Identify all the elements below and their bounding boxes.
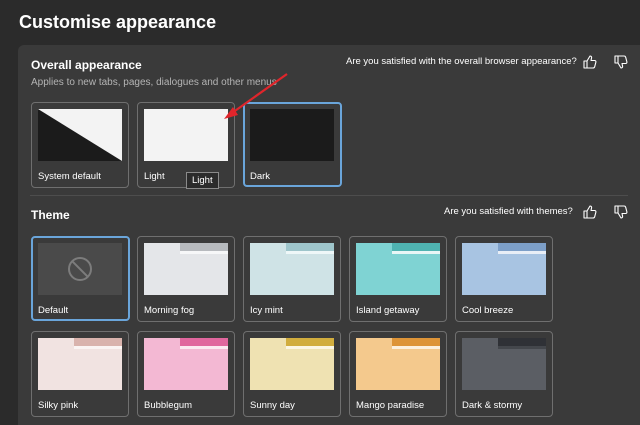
- theme-cool-breeze[interactable]: Cool breeze: [455, 236, 553, 322]
- theme-preview: [144, 243, 228, 295]
- appearance-option-system-default[interactable]: System default: [31, 102, 129, 188]
- theme-label: Cool breeze: [462, 305, 514, 316]
- theme-feedback-question: Are you satisfied with themes?: [444, 206, 573, 217]
- theme-label: Island getaway: [356, 305, 420, 316]
- light-preview: [144, 109, 228, 161]
- theme-label: Icy mint: [250, 305, 283, 316]
- theme-bubblegum[interactable]: Bubblegum: [137, 331, 235, 417]
- tooltip: Light: [186, 172, 219, 189]
- theme-mango-paradise[interactable]: Mango paradise: [349, 331, 447, 417]
- theme-heading: Theme: [31, 208, 70, 222]
- system-default-preview: [38, 109, 122, 161]
- thumbs-down-icon[interactable]: [613, 54, 629, 70]
- theme-silky-pink[interactable]: Silky pink: [31, 331, 129, 417]
- theme-label: Sunny day: [250, 400, 295, 411]
- section-divider: [30, 195, 628, 196]
- overall-appearance-heading: Overall appearance: [31, 58, 142, 72]
- theme-sunny-day[interactable]: Sunny day: [243, 331, 341, 417]
- theme-island-getaway[interactable]: Island getaway: [349, 236, 447, 322]
- theme-label: Morning fog: [144, 305, 195, 316]
- thumbs-up-icon[interactable]: [582, 54, 598, 70]
- theme-label: Bubblegum: [144, 400, 193, 411]
- theme-preview: [250, 338, 334, 390]
- theme-morning-fog[interactable]: Morning fog: [137, 236, 235, 322]
- thumbs-up-icon[interactable]: [582, 204, 598, 220]
- overall-feedback-question: Are you satisfied with the overall brows…: [346, 56, 577, 67]
- theme-icy-mint[interactable]: Icy mint: [243, 236, 341, 322]
- overall-appearance-subtitle: Applies to new tabs, pages, dialogues an…: [31, 77, 277, 88]
- theme-preview: [356, 243, 440, 295]
- option-label: Dark: [250, 171, 271, 182]
- appearance-option-dark[interactable]: Dark: [243, 102, 342, 187]
- option-label: Light: [144, 171, 165, 182]
- theme-preview: [144, 338, 228, 390]
- theme-preview: [38, 338, 122, 390]
- theme-preview: [250, 243, 334, 295]
- blocked-circle-icon: [68, 257, 92, 281]
- thumbs-down-icon[interactable]: [613, 204, 629, 220]
- theme-label: Dark & stormy: [462, 400, 523, 411]
- theme-label: Silky pink: [38, 400, 79, 411]
- option-label: System default: [38, 171, 101, 182]
- theme-dark-and-stormy[interactable]: Dark & stormy: [455, 331, 553, 417]
- theme-preview: [38, 243, 122, 295]
- page-title: Customise appearance: [19, 12, 217, 32]
- theme-label: Default: [38, 305, 69, 316]
- theme-preview: [462, 338, 546, 390]
- theme-preview: [356, 338, 440, 390]
- dark-preview: [250, 109, 334, 161]
- theme-label: Mango paradise: [356, 400, 425, 411]
- theme-default[interactable]: Default: [31, 236, 130, 321]
- theme-preview: [462, 243, 546, 295]
